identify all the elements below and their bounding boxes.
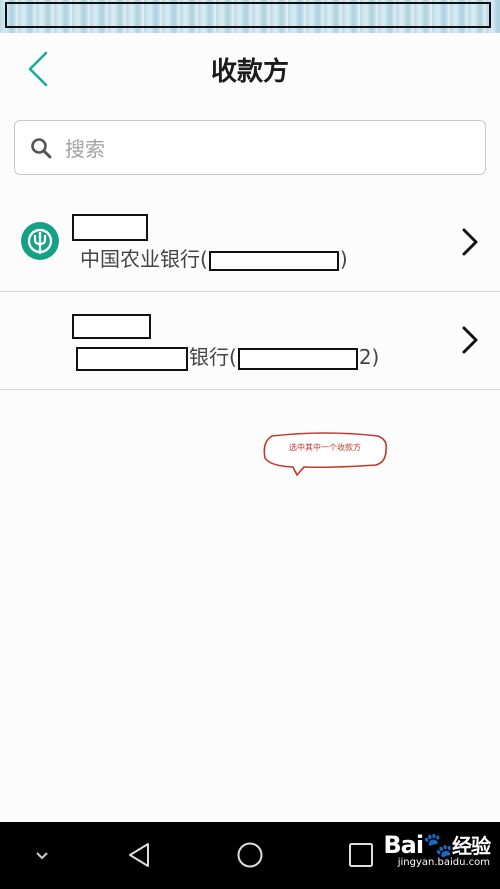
payee-name-redacted — [72, 214, 148, 241]
account-suffix: 2) — [358, 345, 380, 369]
abc-bank-logo-icon — [21, 222, 59, 260]
bank-name: 银行( — [189, 345, 237, 369]
search-input[interactable] — [63, 131, 467, 167]
baidu-jingyan-watermark: Bai🐾经验 jingyan.baidu.com — [383, 831, 491, 868]
search-icon — [31, 138, 52, 159]
header: 收款方 — [0, 33, 500, 108]
annotation-text: 选中其中一个收款方 — [289, 443, 361, 452]
account-number-redacted — [208, 250, 339, 271]
payee-row[interactable]: 银行( 2) — [0, 292, 500, 390]
annotation-bubble — [263, 432, 388, 477]
status-bar — [0, 0, 500, 33]
payee-bank-line: 银行( 2) — [76, 341, 379, 371]
bank-name-redacted — [76, 346, 188, 371]
account-number-redacted — [237, 347, 358, 370]
watermark-url: jingyan.baidu.com — [397, 857, 490, 868]
chevron-down-icon[interactable] — [32, 846, 52, 866]
nav-recents-icon[interactable] — [348, 842, 374, 868]
navigation-bar: Bai🐾经验 jingyan.baidu.com — [0, 822, 500, 889]
bank-name: 中国农业银行( — [80, 247, 208, 271]
payee-row[interactable]: 中国农业银行() — [0, 194, 500, 292]
chevron-right-icon — [462, 326, 478, 354]
search-bar[interactable] — [14, 120, 486, 175]
page-title: 收款方 — [210, 57, 289, 87]
paw-icon: 🐾 — [423, 831, 453, 859]
redaction-box — [5, 2, 491, 28]
nav-home-icon[interactable] — [235, 840, 265, 870]
chevron-right-icon — [462, 228, 478, 256]
payee-name-redacted — [72, 314, 151, 339]
account-suffix: ) — [339, 247, 348, 271]
payee-bank-line: 中国农业银行() — [80, 243, 348, 272]
nav-back-icon[interactable] — [124, 840, 154, 870]
